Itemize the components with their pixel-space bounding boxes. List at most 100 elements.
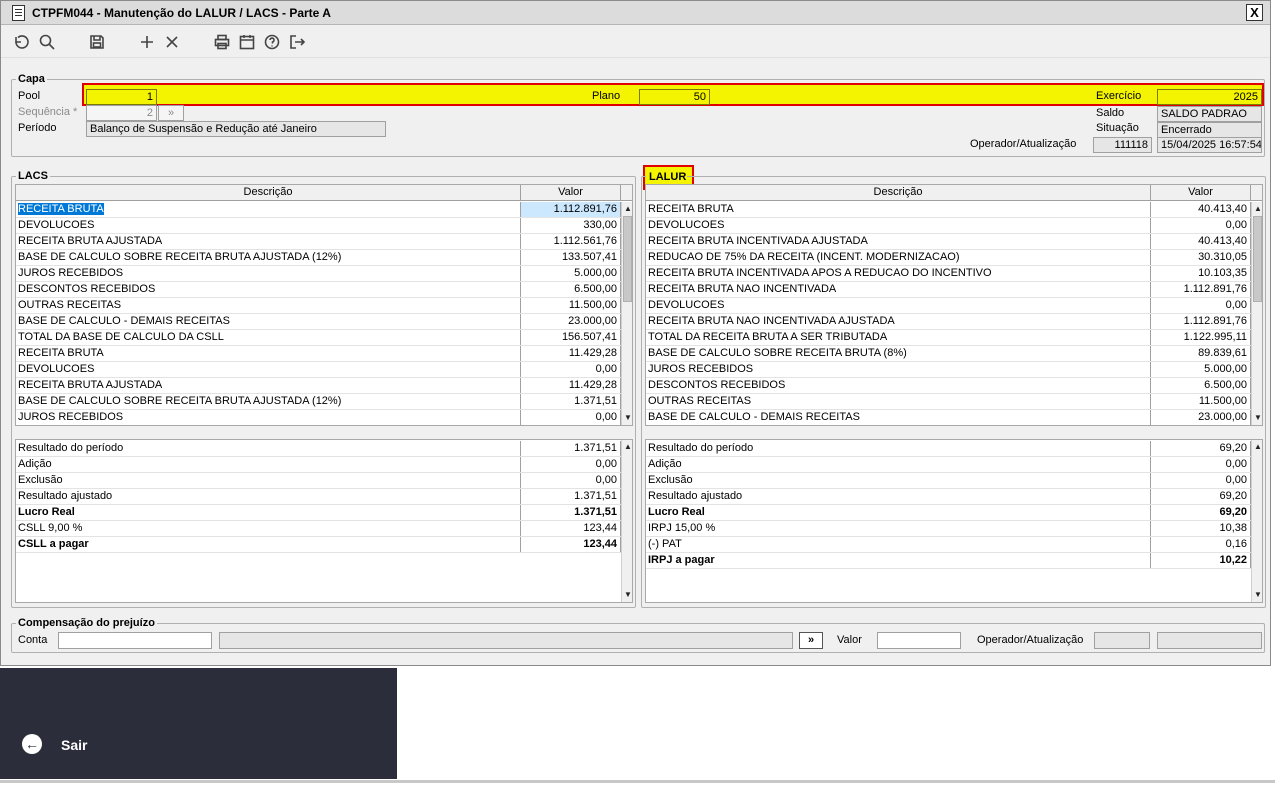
table-row[interactable]: DEVOLUCOES 0,00 [646,298,1251,314]
sequencia-field[interactable]: 2 [86,105,157,121]
table-row[interactable]: DESCONTOS RECEBIDOS 6.500,00 [16,282,621,298]
add-icon[interactable] [137,32,157,52]
table-row[interactable]: RECEITA BRUTA AJUSTADA 11.429,28 [16,378,621,394]
scroll-thumb[interactable] [623,216,632,302]
table-row[interactable]: CSLL 9,00 % 123,44 [16,521,621,537]
lacs-summary-grid[interactable]: Resultado do período 1.371,51 Adição 0,00 Ex… [15,439,633,603]
close-button[interactable]: X [1246,4,1263,21]
scroll-down-icon[interactable]: ▼ [1253,589,1262,601]
scroll-up-icon[interactable]: ▲ [1253,441,1262,453]
scroll-down-icon[interactable]: ▼ [623,412,632,424]
scroll-up-icon[interactable]: ▲ [1253,203,1262,215]
table-row[interactable]: Exclusão 0,00 [646,473,1251,489]
exercicio-field[interactable]: 2025 [1157,89,1262,105]
scroll-down-icon[interactable]: ▼ [623,589,632,601]
lacs-grid[interactable]: Descrição Valor RECEITA BRUTA 1.112.891,7… [15,184,633,426]
periodo-field[interactable]: Balanço de Suspensão e Redução até Janei… [86,121,386,137]
help-icon[interactable] [262,32,282,52]
cell-descricao: OUTRAS RECEITAS [646,394,1151,409]
table-row[interactable]: BASE DE CALCULO - DEMAIS RECEITAS 23.000,… [16,314,621,330]
table-row[interactable]: REDUCAO DE 75% DA RECEITA (INCENT. MODER… [646,250,1251,266]
cell-valor: 1.112.891,76 [521,202,621,217]
calendar-icon[interactable] [237,32,257,52]
table-row[interactable]: RECEITA BRUTA INCENTIVADA APOS A REDUCAO… [646,266,1251,282]
delete-icon[interactable] [162,32,182,52]
table-row[interactable]: RECEITA BRUTA AJUSTADA 1.112.561,76 [16,234,621,250]
table-row[interactable]: (-) PAT 0,16 [646,537,1251,553]
sair-button[interactable]: Sair [61,737,87,753]
table-row[interactable]: RECEITA BRUTA 11.429,28 [16,346,621,362]
cell-valor: 11.429,28 [521,378,621,393]
conta-field[interactable] [58,632,212,649]
table-row[interactable]: BASE DE CALCULO SOBRE RECEITA BRUTA AJUS… [16,250,621,266]
table-row[interactable]: Resultado ajustado 69,20 [646,489,1251,505]
table-row[interactable]: Lucro Real 1.371,51 [16,505,621,521]
table-row[interactable]: JUROS RECEBIDOS 5.000,00 [16,266,621,282]
table-row[interactable]: RECEITA BRUTA NAO INCENTIVADA 1.112.891,7… [646,282,1251,298]
plano-field[interactable]: 50 [639,89,710,105]
table-row[interactable]: Lucro Real 69,20 [646,505,1251,521]
search-icon[interactable] [37,32,57,52]
table-row[interactable]: TOTAL DA RECEITA BRUTA A SER TRIBUTADA 1.… [646,330,1251,346]
lalur-grid-header: Descrição Valor [646,185,1262,201]
table-row[interactable]: DEVOLUCOES 330,00 [16,218,621,234]
vertical-scrollbar[interactable]: ▲ ▼ [621,440,632,602]
scroll-thumb[interactable] [1253,216,1262,302]
cell-valor: 0,00 [1151,298,1251,313]
table-row[interactable]: DEVOLUCOES 0,00 [646,218,1251,234]
undo-icon[interactable] [11,32,31,52]
print-icon[interactable] [212,32,232,52]
table-row[interactable]: BASE DE CALCULO - DEMAIS RECEITAS 23.000,… [646,410,1251,425]
table-row[interactable]: Resultado do período 1.371,51 [16,441,621,457]
table-row[interactable]: RECEITA BRUTA INCENTIVADA AJUSTADA 40.413… [646,234,1251,250]
cell-descricao: RECEITA BRUTA AJUSTADA [16,234,521,249]
cell-valor: 0,00 [521,457,621,472]
conta-lookup-button[interactable]: » [799,632,823,649]
table-row[interactable]: DEVOLUCOES 0,00 [16,362,621,378]
table-row[interactable]: Adição 0,00 [646,457,1251,473]
lalur-col-valor[interactable]: Valor [1151,185,1251,201]
table-row[interactable]: DESCONTOS RECEBIDOS 6.500,00 [646,378,1251,394]
lacs-col-descricao[interactable]: Descrição [16,185,521,201]
comp-operador-label: Operador/Atualização [977,634,1084,646]
lalur-grid[interactable]: Descrição Valor RECEITA BRUTA 40.413,40 DE… [645,184,1263,426]
table-row[interactable]: JUROS RECEBIDOS 0,00 [16,410,621,425]
scroll-down-icon[interactable]: ▼ [1253,412,1262,424]
table-row[interactable]: BASE DE CALCULO SOBRE RECEITA BRUTA AJUS… [16,394,621,410]
cell-valor: 40.413,40 [1151,234,1251,249]
cell-descricao: Adição [646,457,1151,472]
vertical-scrollbar[interactable]: ▲ ▼ [1251,440,1262,602]
valor-field[interactable] [877,632,961,649]
table-row[interactable]: RECEITA BRUTA NAO INCENTIVADA AJUSTADA 1.… [646,314,1251,330]
table-row[interactable]: Adição 0,00 [16,457,621,473]
table-row[interactable]: BASE DE CALCULO SOBRE RECEITA BRUTA (8%)… [646,346,1251,362]
table-row[interactable]: IRPJ 15,00 % 10,38 [646,521,1251,537]
table-row[interactable]: Resultado do período 69,20 [646,441,1251,457]
cell-descricao: Resultado do período [16,441,521,456]
back-arrow-icon[interactable]: ← [22,734,42,754]
table-row[interactable]: RECEITA BRUTA 1.112.891,76 [16,202,621,218]
table-row[interactable]: JUROS RECEBIDOS 5.000,00 [646,362,1251,378]
vertical-scrollbar[interactable]: ▲ ▼ [1251,202,1262,425]
table-row[interactable]: TOTAL DA BASE DE CALCULO DA CSLL 156.507,… [16,330,621,346]
table-row[interactable]: Resultado ajustado 1.371,51 [16,489,621,505]
table-row[interactable]: OUTRAS RECEITAS 11.500,00 [16,298,621,314]
exit-icon[interactable] [287,32,307,52]
table-row[interactable]: Exclusão 0,00 [16,473,621,489]
situacao-field: Encerrado [1157,122,1262,138]
table-row[interactable]: RECEITA BRUTA 40.413,40 [646,202,1251,218]
scroll-up-icon[interactable]: ▲ [623,441,632,453]
lalur-summary-grid[interactable]: Resultado do período 69,20 Adição 0,00 Exclu… [645,439,1263,603]
table-row[interactable]: CSLL a pagar 123,44 [16,537,621,553]
sequencia-lookup-button[interactable]: » [158,105,184,121]
pool-field[interactable]: 1 [86,89,157,105]
descricao-text: IRPJ 15,00 % [648,522,716,534]
scroll-up-icon[interactable]: ▲ [623,203,632,215]
lacs-col-valor[interactable]: Valor [521,185,621,201]
table-row[interactable]: OUTRAS RECEITAS 11.500,00 [646,394,1251,410]
lalur-col-descricao[interactable]: Descrição [646,185,1151,201]
cell-descricao: CSLL 9,00 % [16,521,521,536]
table-row[interactable]: IRPJ a pagar 10,22 [646,553,1251,569]
save-icon[interactable] [87,32,107,52]
vertical-scrollbar[interactable]: ▲ ▼ [621,202,632,425]
